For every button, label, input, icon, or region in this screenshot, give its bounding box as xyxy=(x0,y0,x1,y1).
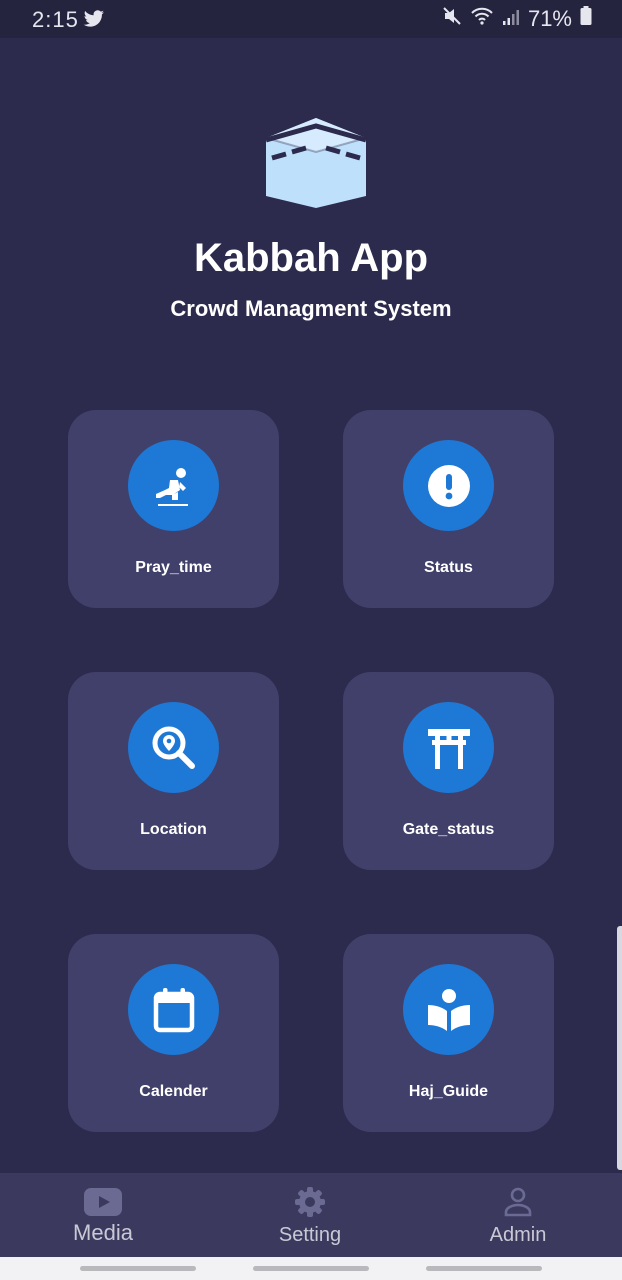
pray-time-tile[interactable]: Pray_time xyxy=(68,410,279,608)
status-tile[interactable]: Status xyxy=(343,410,554,608)
app-subtitle: Crowd Managment System xyxy=(170,296,452,321)
nav-admin[interactable]: Admin xyxy=(438,1173,598,1257)
calendar-icon xyxy=(128,964,219,1055)
location-tile[interactable]: Location xyxy=(68,672,279,870)
exclamation-icon xyxy=(403,440,494,531)
twitter-icon xyxy=(83,8,105,34)
person-icon xyxy=(438,1187,598,1217)
system-nav-bar xyxy=(0,1257,622,1280)
battery-percent: 71% xyxy=(527,6,572,31)
nav-setting[interactable]: Setting xyxy=(230,1173,390,1257)
haj-guide-tile[interactable]: Haj_Guide xyxy=(343,934,554,1132)
calendar-label: Calender xyxy=(139,1083,208,1100)
signal-icon xyxy=(502,6,520,32)
location-search-icon xyxy=(128,702,219,793)
bottom-nav: Media Setting Admin xyxy=(0,1173,622,1257)
video-play-icon xyxy=(23,1187,183,1217)
system-back-button[interactable] xyxy=(426,1266,542,1271)
praying-person-icon xyxy=(128,440,219,531)
pray-time-label: Pray_time xyxy=(135,559,212,576)
kaaba-icon xyxy=(262,114,370,210)
battery-icon xyxy=(580,6,592,32)
nav-media-label: Media xyxy=(73,1220,133,1245)
gear-icon xyxy=(230,1186,390,1218)
nav-media[interactable]: Media xyxy=(23,1173,183,1257)
nav-setting-label: Setting xyxy=(278,1224,342,1246)
wifi-icon xyxy=(470,6,494,32)
status-label: Status xyxy=(424,559,473,576)
app-title: Kabbah App xyxy=(193,236,429,280)
location-label: Location xyxy=(140,821,207,838)
mute-icon xyxy=(442,6,462,32)
torii-gate-icon xyxy=(403,702,494,793)
haj-guide-label: Haj_Guide xyxy=(408,1083,489,1100)
status-time: 2:15 xyxy=(32,7,79,32)
status-bar: 2:15 71% xyxy=(0,0,622,38)
gate-status-tile[interactable]: Gate_status xyxy=(343,672,554,870)
system-recent-button[interactable] xyxy=(80,1266,196,1271)
calendar-tile[interactable]: Calender xyxy=(68,934,279,1132)
system-home-button[interactable] xyxy=(253,1266,369,1271)
scrollbar[interactable] xyxy=(617,926,622,1170)
nav-admin-label: Admin xyxy=(489,1224,547,1246)
gate-status-label: Gate_status xyxy=(402,821,495,838)
reading-book-icon xyxy=(403,964,494,1055)
